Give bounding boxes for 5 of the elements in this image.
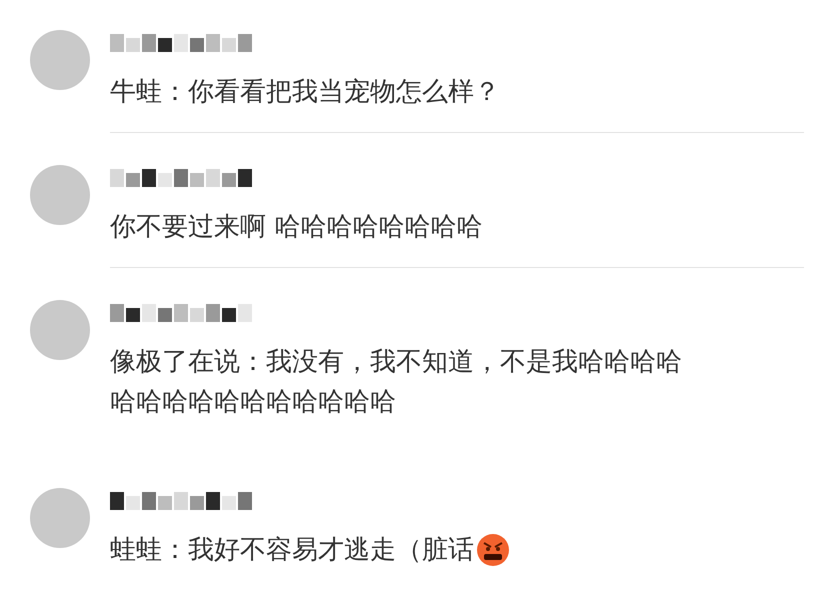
- comment-text: 像极了在说：我没有，我不知道，不是我哈哈哈哈: [110, 346, 682, 379]
- comment-text: 牛蛙：你看看把我当宠物怎么样？: [110, 76, 500, 109]
- comment-text: 蛙蛙：我好不容易才逃走（脏话: [110, 534, 474, 567]
- comment-text: 哈哈哈哈哈哈哈哈哈哈哈: [110, 386, 396, 419]
- comment-text: 你不要过来啊 哈哈哈哈哈哈哈哈: [110, 211, 482, 244]
